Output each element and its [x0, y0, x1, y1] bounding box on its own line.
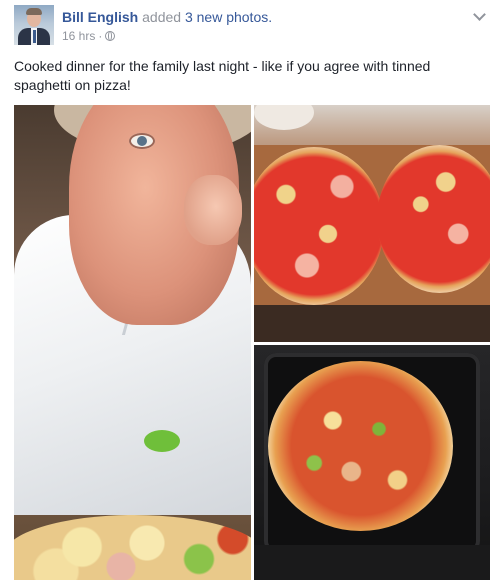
chevron-down-icon[interactable]	[473, 8, 486, 21]
post-byline: Bill English added 3 new photos.	[62, 9, 272, 25]
photos-link[interactable]: 3 new photos.	[185, 9, 272, 25]
photo-pizzas-uncooked[interactable]	[254, 105, 490, 342]
post-timestamp[interactable]: 16 hrs	[62, 29, 95, 43]
photo-pizza-baked[interactable]	[254, 345, 490, 580]
author-name[interactable]: Bill English	[62, 9, 138, 25]
separator-dot: ·	[98, 29, 103, 43]
post-header: Bill English added 3 new photos. 16 hrs ·	[14, 4, 486, 46]
post-text: Cooked dinner for the family last night …	[14, 58, 431, 93]
globe-icon[interactable]	[105, 31, 116, 41]
avatar[interactable]	[14, 5, 54, 45]
photo-selfie[interactable]	[14, 105, 251, 580]
post-meta: 16 hrs ·	[62, 29, 116, 43]
post-action-text: added	[142, 9, 182, 25]
